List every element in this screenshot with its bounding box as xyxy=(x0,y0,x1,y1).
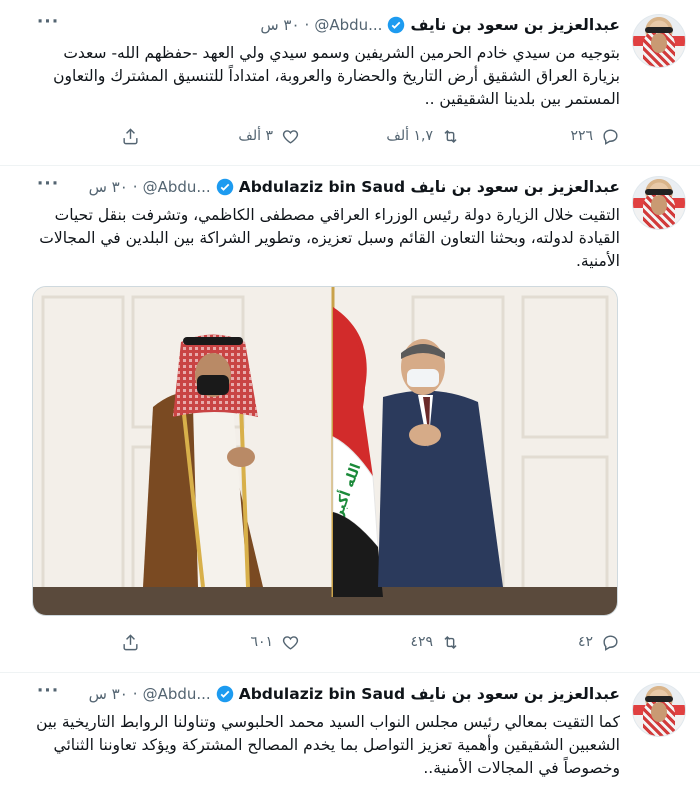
avatar[interactable] xyxy=(632,683,686,737)
tweet-photo[interactable]: الله أكبر xyxy=(32,286,618,616)
tweet-header: Abdulaziz bin Saud عبدالعزيز بن سعود بن … xyxy=(89,176,620,198)
share-icon xyxy=(123,127,138,144)
tweet-text: كما التقيت بمعالي رئيس مجلس النواب السيد… xyxy=(36,713,620,777)
verified-badge-icon xyxy=(216,685,233,703)
reply-icon xyxy=(603,128,618,145)
reply-button[interactable]: ٢٢٦ xyxy=(540,127,620,146)
share-button[interactable] xyxy=(60,633,140,652)
more-icon[interactable]: ··· xyxy=(30,174,66,196)
share-button[interactable] xyxy=(60,127,140,146)
retweet-count: ١,٧ ألف xyxy=(386,128,433,144)
avatar[interactable] xyxy=(632,14,686,68)
retweet-button[interactable]: ٤٢٩ xyxy=(380,633,460,652)
more-icon[interactable]: ··· xyxy=(30,12,66,34)
tweet-2[interactable]: Abdulaziz bin Saud عبدالعزيز بن سعود بن … xyxy=(0,166,700,672)
like-count: ٦٠١ xyxy=(250,634,273,650)
like-button[interactable]: ٣ ألف xyxy=(220,127,300,146)
like-button[interactable]: ٦٠١ xyxy=(220,633,300,652)
tweet-header: عبدالعزيز بن سعود بن نايف @Abdu... · ٣٠ … xyxy=(260,14,620,36)
verified-badge-icon xyxy=(216,178,233,196)
display-name[interactable]: عبدالعزيز بن سعود بن نايف xyxy=(410,16,620,34)
avatar[interactable] xyxy=(632,176,686,230)
timestamp[interactable]: ٣٠ س xyxy=(89,685,128,703)
like-icon xyxy=(282,635,299,650)
retweet-icon xyxy=(444,129,457,143)
handle[interactable]: @Abdu... xyxy=(143,178,211,196)
tweet-text: بتوجيه من سيدي خادم الحرمين الشريفين وسم… xyxy=(53,44,620,108)
photo-scene: الله أكبر xyxy=(33,287,617,615)
more-icon[interactable]: ··· xyxy=(30,681,66,703)
like-icon xyxy=(282,129,299,144)
reply-icon xyxy=(603,634,618,651)
tweet-header: Abdulaziz bin Saud عبدالعزيز بن سعود بن … xyxy=(89,683,620,705)
reply-count: ٤٢ xyxy=(577,634,593,650)
tweet-actions: ٢٢٦ ١,٧ ألف ٣ ألف xyxy=(60,124,620,148)
reply-button[interactable]: ٤٢ xyxy=(540,633,620,652)
display-name[interactable]: Abdulaziz bin Saud عبدالعزيز بن سعود بن … xyxy=(239,685,620,703)
separator-dot: · xyxy=(304,16,310,34)
handle[interactable]: @Abdu... xyxy=(143,685,211,703)
retweet-icon xyxy=(444,635,457,649)
timestamp[interactable]: ٣٠ س xyxy=(260,16,299,34)
reply-count: ٢٢٦ xyxy=(570,128,593,144)
tweet-3[interactable]: Abdulaziz bin Saud عبدالعزيز بن سعود بن … xyxy=(0,673,700,786)
separator-dot: · xyxy=(132,685,138,703)
tweet-actions: ٤٢ ٤٢٩ ٦٠١ xyxy=(60,630,620,654)
like-count: ٣ ألف xyxy=(238,128,273,144)
separator-dot: · xyxy=(132,178,138,196)
retweet-button[interactable]: ١,٧ ألف xyxy=(380,127,460,146)
display-name[interactable]: Abdulaziz bin Saud عبدالعزيز بن سعود بن … xyxy=(239,178,620,196)
handle[interactable]: @Abdu... xyxy=(314,16,382,34)
retweet-count: ٤٢٩ xyxy=(410,634,433,650)
tweet-text: التقيت خلال الزيارة دولة رئيس الوزراء ال… xyxy=(39,206,620,270)
verified-badge-icon xyxy=(388,16,405,34)
timestamp[interactable]: ٣٠ س xyxy=(89,178,128,196)
share-icon xyxy=(123,633,138,650)
tweet-1[interactable]: عبدالعزيز بن سعود بن نايف @Abdu... · ٣٠ … xyxy=(0,0,700,165)
